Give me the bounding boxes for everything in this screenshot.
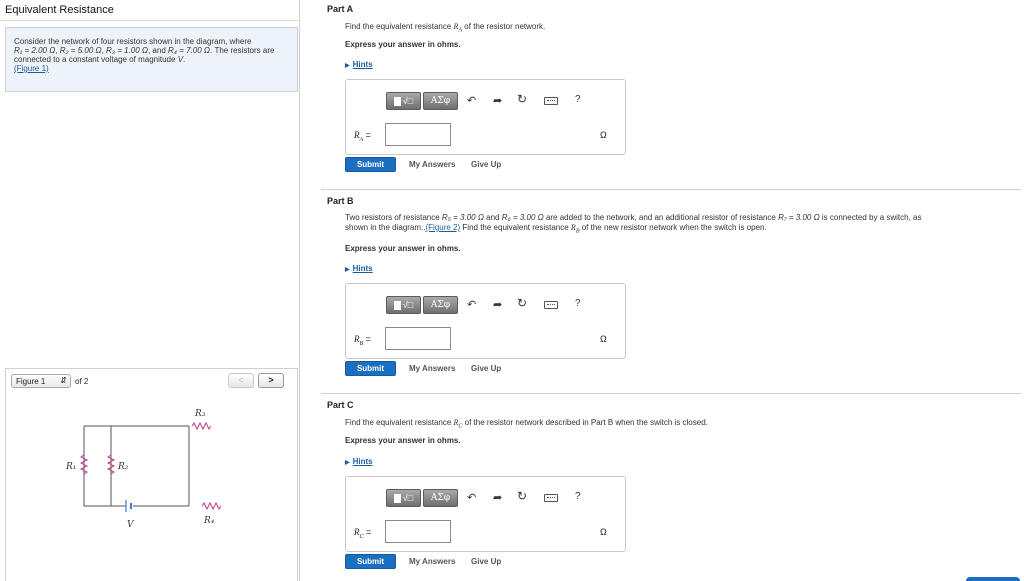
symbols-button[interactable]: AΣφ bbox=[423, 489, 458, 507]
continue-button[interactable] bbox=[966, 577, 1020, 581]
figure-count: of 2 bbox=[75, 377, 89, 386]
part-a-give-up-button[interactable]: Give Up bbox=[471, 160, 501, 169]
select-arrows-icon: ⇵ bbox=[60, 376, 67, 385]
figure-select-value: Figure 1 bbox=[16, 377, 46, 386]
part-c-var-label: RC = bbox=[354, 527, 372, 540]
keyboard-icon[interactable] bbox=[544, 301, 558, 309]
part-b-answer-input[interactable] bbox=[385, 327, 451, 350]
r4-resistor bbox=[201, 501, 222, 511]
left-panel: Equivalent Resistance Consider the netwo… bbox=[0, 0, 300, 581]
part-a-prompt-pre: Find the equivalent resistance bbox=[345, 22, 454, 31]
circuit-diagram: R₃ R₁ R₂ R₄ V bbox=[65, 409, 222, 530]
part-a-var-label: RA = bbox=[354, 130, 371, 143]
title-divider bbox=[0, 20, 300, 21]
part-c-prompt: Find the equivalent resistance RC of the… bbox=[345, 418, 708, 430]
part-a-hints[interactable]: ▶ Hints bbox=[345, 60, 373, 69]
prev-figure-button[interactable]: < bbox=[228, 373, 254, 388]
part-c-answer-box: √□ AΣφ ↶ ➦ ↻ ? RC = Ω bbox=[345, 476, 626, 552]
part-b-hints[interactable]: ▶ Hints bbox=[345, 264, 373, 273]
page-title: Equivalent Resistance bbox=[5, 4, 114, 16]
redo-icon[interactable]: ➦ bbox=[493, 298, 502, 311]
help-icon[interactable]: ? bbox=[575, 298, 581, 309]
r3-label: R₃ bbox=[194, 409, 206, 419]
reset-icon[interactable]: ↻ bbox=[517, 92, 527, 106]
part-c-my-answers-button[interactable]: My Answers bbox=[409, 557, 455, 566]
help-icon[interactable]: ? bbox=[575, 491, 581, 502]
templates-button[interactable]: √□ bbox=[386, 489, 421, 507]
part-c-give-up-button[interactable]: Give Up bbox=[471, 557, 501, 566]
expand-triangle-icon: ▶ bbox=[345, 267, 350, 273]
reset-icon[interactable]: ↻ bbox=[517, 296, 527, 310]
part-a-prompt-post: of the resistor network. bbox=[462, 22, 546, 31]
part-b-unit: Ω bbox=[600, 334, 607, 344]
reset-icon[interactable]: ↻ bbox=[517, 489, 527, 503]
part-a-unit: Ω bbox=[600, 130, 607, 140]
part-b-submit-button[interactable]: Submit bbox=[345, 361, 396, 376]
r2-label: R₂ bbox=[117, 462, 129, 472]
part-a-express: Express your answer in ohms. bbox=[345, 40, 461, 49]
part-c-hints-label: Hints bbox=[352, 457, 373, 466]
part-c-unit: Ω bbox=[600, 527, 607, 537]
undo-icon[interactable]: ↶ bbox=[467, 491, 476, 504]
voltage-label: V bbox=[127, 520, 135, 530]
part-divider bbox=[321, 189, 1021, 190]
part-b-var-label: RB = bbox=[354, 334, 371, 347]
undo-icon[interactable]: ↶ bbox=[467, 94, 476, 107]
problem-text-1: Consider the network of four resistors s… bbox=[14, 37, 252, 46]
next-figure-button[interactable]: > bbox=[258, 373, 284, 388]
r3-value: R₃ = 1.00 Ω bbox=[106, 46, 148, 55]
part-a-title: Part A bbox=[327, 4, 354, 14]
part-a-prompt-var: RA bbox=[453, 22, 463, 34]
problem-statement: Consider the network of four resistors s… bbox=[5, 27, 298, 92]
undo-icon[interactable]: ↶ bbox=[467, 298, 476, 311]
part-c-hints[interactable]: ▶ Hints bbox=[345, 457, 373, 466]
part-b-express: Express your answer in ohms. bbox=[345, 244, 461, 253]
part-b-give-up-button[interactable]: Give Up bbox=[471, 364, 501, 373]
part-c-submit-button[interactable]: Submit bbox=[345, 554, 396, 569]
r4-value: R₄ = 7.00 Ω bbox=[168, 46, 210, 55]
r4-label: R₄ bbox=[203, 516, 215, 526]
symbols-button[interactable]: AΣφ bbox=[423, 296, 458, 314]
redo-icon[interactable]: ➦ bbox=[493, 94, 502, 107]
r1-label: R₁ bbox=[65, 462, 76, 472]
part-a-submit-button[interactable]: Submit bbox=[345, 157, 396, 172]
r2-value: R₂ = 5.00 Ω bbox=[59, 46, 102, 55]
part-a-answer-box: √□ AΣφ ↶ ➦ ↻ ? RA = Ω bbox=[345, 79, 626, 155]
figure-2-link[interactable]: (Figure 2) bbox=[426, 223, 461, 232]
part-c-express: Express your answer in ohms. bbox=[345, 436, 461, 445]
part-a-answer-input[interactable] bbox=[385, 123, 451, 146]
figure-select[interactable]: Figure 1 ⇵ bbox=[11, 374, 71, 388]
part-b-hints-label: Hints bbox=[352, 264, 373, 273]
part-a-hints-label: Hints bbox=[352, 60, 373, 69]
part-divider bbox=[321, 393, 1021, 394]
expand-triangle-icon: ▶ bbox=[345, 460, 350, 466]
keyboard-icon[interactable] bbox=[544, 494, 558, 502]
part-b-prompt: Two resistors of resistance R₅ = 3.00 Ω … bbox=[345, 213, 922, 235]
symbols-button[interactable]: AΣφ bbox=[423, 92, 458, 110]
figure-viewer: Figure 1 ⇵ of 2 < > R₃ R₁ R₂ R₄ V bbox=[5, 368, 298, 581]
part-b-answer-box: √□ AΣφ ↶ ➦ ↻ ? RB = Ω bbox=[345, 283, 626, 359]
keyboard-icon[interactable] bbox=[544, 97, 558, 105]
part-a-prompt: Find the equivalent resistance RA of the… bbox=[345, 22, 545, 36]
battery-icon bbox=[125, 500, 132, 512]
r1-value: R₁ = 2.00 Ω bbox=[14, 46, 56, 55]
expand-triangle-icon: ▶ bbox=[345, 63, 350, 69]
part-c-answer-input[interactable] bbox=[385, 520, 451, 543]
figure-1-link[interactable]: (Figure 1) bbox=[14, 64, 49, 73]
part-a-my-answers-button[interactable]: My Answers bbox=[409, 160, 455, 169]
part-b-my-answers-button[interactable]: My Answers bbox=[409, 364, 455, 373]
voltage-symbol: V bbox=[177, 55, 184, 64]
help-icon[interactable]: ? bbox=[575, 94, 581, 105]
part-b-title: Part B bbox=[327, 196, 354, 206]
templates-button[interactable]: √□ bbox=[386, 92, 421, 110]
templates-button[interactable]: √□ bbox=[386, 296, 421, 314]
part-c-title: Part C bbox=[327, 400, 354, 410]
redo-icon[interactable]: ➦ bbox=[493, 491, 502, 504]
